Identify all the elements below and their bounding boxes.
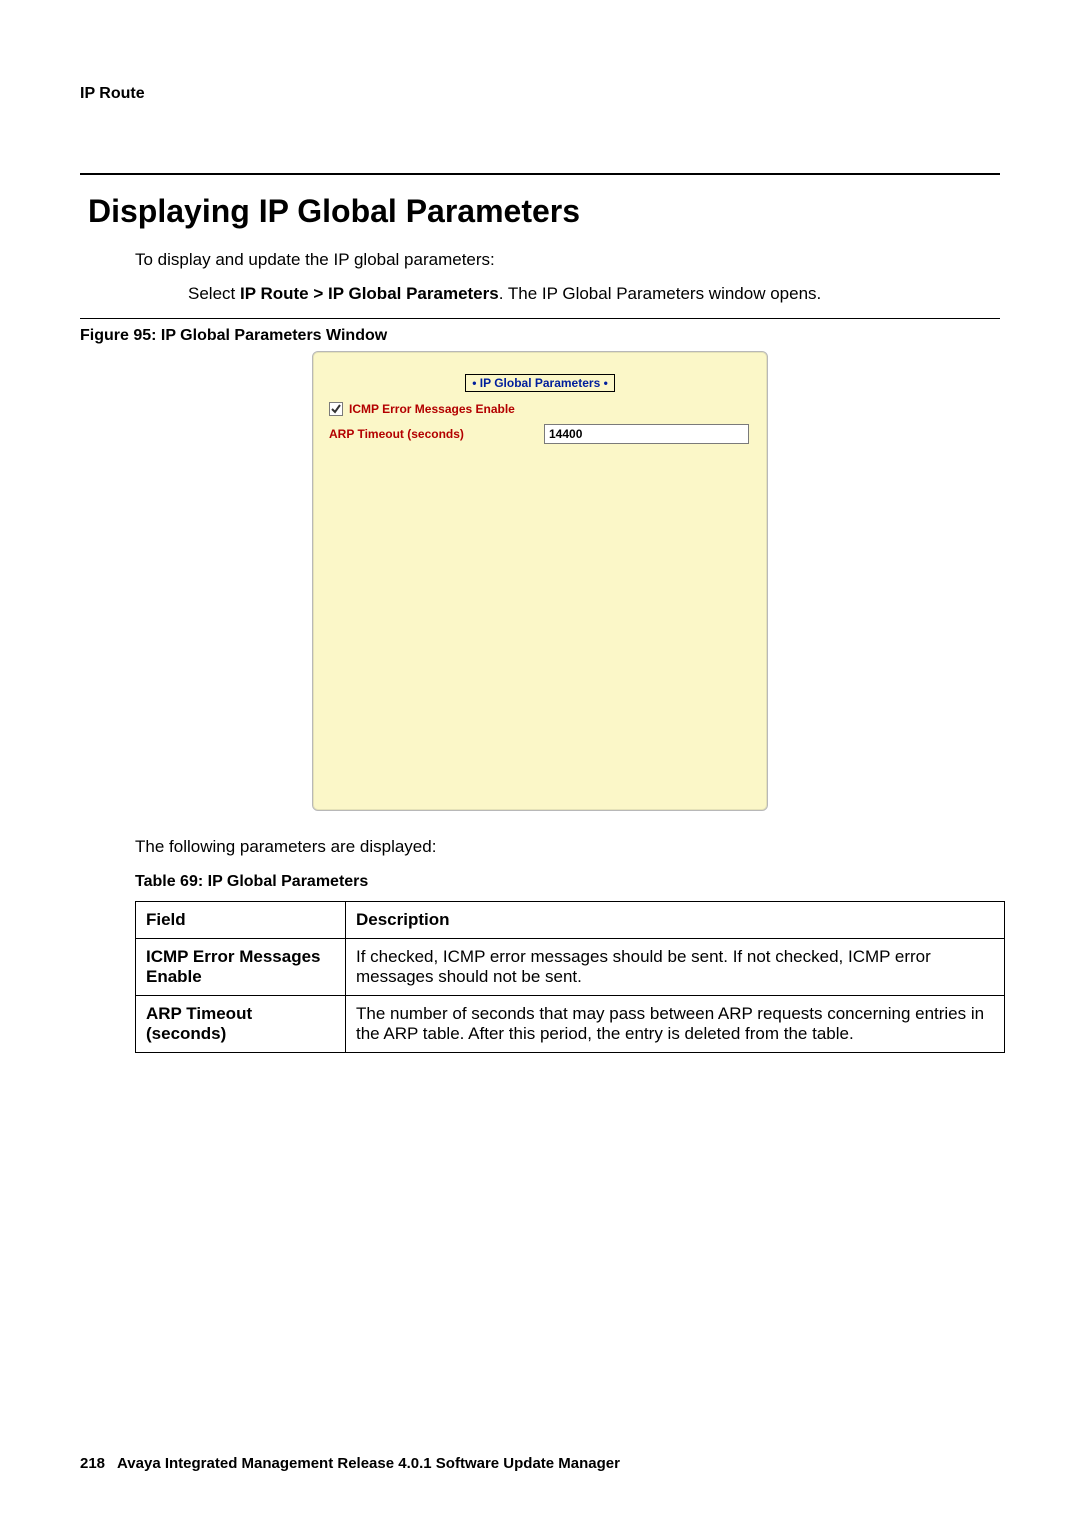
intro-text: To display and update the IP global para… (135, 250, 1000, 270)
arp-timeout-input[interactable]: 14400 (544, 424, 749, 444)
cell-field: ICMP Error Messages Enable (136, 939, 346, 996)
icmp-row: ICMP Error Messages Enable (329, 402, 751, 416)
breadcrumb: IP Route (80, 85, 1000, 103)
step-text: Select IP Route > IP Global Parameters. … (188, 284, 1000, 304)
table-row: ARP Timeout (seconds) The number of seco… (136, 996, 1005, 1053)
page-number: 218 (80, 1455, 105, 1472)
parameters-table: Field Description ICMP Error Messages En… (135, 901, 1005, 1053)
step-suffix: . The IP Global Parameters window opens. (499, 284, 822, 303)
step-prefix: Select (188, 284, 240, 303)
ip-global-parameters-panel: • IP Global Parameters • ICMP Error Mess… (312, 351, 768, 811)
panel-title-row: • IP Global Parameters • (329, 374, 751, 392)
icmp-label: ICMP Error Messages Enable (349, 402, 515, 416)
divider-figure (80, 318, 1000, 319)
doc-title: Avaya Integrated Management Release 4.0.… (117, 1455, 620, 1472)
panel-title: • IP Global Parameters • (465, 374, 615, 392)
header-field: Field (136, 902, 346, 939)
header-description: Description (346, 902, 1005, 939)
table-caption: Table 69: IP Global Parameters (135, 873, 1000, 891)
table-header-row: Field Description (136, 902, 1005, 939)
followup-text: The following parameters are displayed: (135, 837, 1000, 857)
arp-label: ARP Timeout (seconds) (329, 427, 544, 441)
icmp-checkbox[interactable] (329, 402, 343, 416)
table-row: ICMP Error Messages Enable If checked, I… (136, 939, 1005, 996)
cell-description: The number of seconds that may pass betw… (346, 996, 1005, 1053)
figure-container: • IP Global Parameters • ICMP Error Mess… (80, 351, 1000, 811)
cell-field: ARP Timeout (seconds) (136, 996, 346, 1053)
checkmark-icon (331, 404, 341, 414)
figure-caption: Figure 95: IP Global Parameters Window (80, 327, 1000, 345)
cell-description: If checked, ICMP error messages should b… (346, 939, 1005, 996)
arp-row: ARP Timeout (seconds) 14400 (329, 424, 751, 444)
page-footer: 218 Avaya Integrated Management Release 4… (80, 1455, 620, 1472)
page-heading: Displaying IP Global Parameters (88, 193, 1000, 230)
divider-top (80, 173, 1000, 175)
step-menu-path: IP Route > IP Global Parameters (240, 284, 499, 303)
